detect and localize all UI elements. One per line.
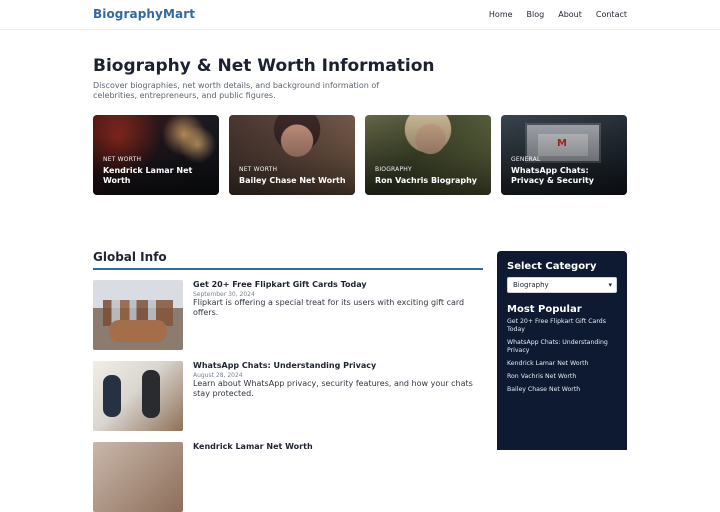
- featured-card-bailey[interactable]: NET WORTH Bailey Chase Net Worth: [229, 115, 355, 195]
- category-heading: Select Category: [507, 261, 597, 272]
- selected-category: Biography: [513, 281, 549, 289]
- popular-item: Ron Vachris Net Worth: [507, 373, 617, 381]
- popular-link[interactable]: Get 20+ Free Flipkart Gift Cards Today: [507, 318, 606, 333]
- card-text: GENERAL WhatsApp Chats: Privacy & Securi…: [511, 156, 619, 186]
- popular-link[interactable]: Ron Vachris Net Worth: [507, 373, 576, 380]
- popular-link[interactable]: Kendrick Lamar Net Worth: [507, 360, 588, 367]
- post-title[interactable]: WhatsApp Chats: Understanding Privacy: [193, 361, 479, 370]
- popular-item: Kendrick Lamar Net Worth: [507, 360, 617, 368]
- popular-link[interactable]: WhatsApp Chats: Understanding Privacy: [507, 339, 608, 354]
- card-category: GENERAL: [511, 156, 541, 163]
- section-divider: [93, 268, 483, 270]
- popular-heading: Most Popular: [507, 304, 582, 315]
- main-navigation: Home Blog About Contact: [489, 10, 627, 19]
- featured-card-whatsapp[interactable]: M GENERAL WhatsApp Chats: Privacy & Secu…: [501, 115, 627, 195]
- card-category: NET WORTH: [239, 166, 278, 173]
- featured-cards: NET WORTH Kendrick Lamar Net Worth NET W…: [93, 115, 627, 195]
- popular-link[interactable]: Bailey Chase Net Worth: [507, 386, 580, 393]
- post-item-flipkart[interactable]: Get 20+ Free Flipkart Gift Cards Today S…: [93, 280, 483, 350]
- post-excerpt: Learn about WhatsApp privacy, security f…: [193, 379, 473, 398]
- nav-contact-link[interactable]: Contact: [596, 10, 627, 19]
- featured-card-kendrick[interactable]: NET WORTH Kendrick Lamar Net Worth: [93, 115, 219, 195]
- card-title[interactable]: WhatsApp Chats: Privacy & Security: [511, 166, 619, 186]
- popular-item: Get 20+ Free Flipkart Gift Cards Today: [507, 318, 617, 334]
- category-select[interactable]: Biography ▾: [507, 277, 617, 293]
- popular-posts-list: Get 20+ Free Flipkart Gift Cards Today W…: [507, 318, 617, 399]
- card-category: NET WORTH: [103, 156, 142, 163]
- card-title[interactable]: Bailey Chase Net Worth: [239, 176, 347, 186]
- office-image: [93, 280, 183, 350]
- nav-blog-link[interactable]: Blog: [527, 10, 545, 19]
- chevron-down-icon: ▾: [608, 281, 612, 289]
- sidebar: Select Category Biography ▾ Most Popular…: [497, 251, 627, 450]
- post-item-kendrick[interactable]: Kendrick Lamar Net Worth: [93, 442, 483, 512]
- site-header: BiographyMart Home Blog About Contact: [0, 0, 720, 30]
- post-date: September 30, 2024: [193, 291, 255, 298]
- card-text: NET WORTH Kendrick Lamar Net Worth: [103, 156, 211, 186]
- post-excerpt: Flipkart is offering a special treat for…: [193, 298, 465, 317]
- nav-about-link[interactable]: About: [558, 10, 582, 19]
- card-title[interactable]: Kendrick Lamar Net Worth: [103, 166, 211, 186]
- site-logo[interactable]: BiographyMart: [93, 7, 195, 21]
- post-image: [93, 442, 183, 512]
- nav-home-link[interactable]: Home: [489, 10, 513, 19]
- page-subtitle: Discover biographies, net worth details,…: [93, 81, 380, 100]
- card-text: BIOGRAPHY Ron Vachris Biography: [375, 166, 483, 186]
- people-image: [93, 361, 183, 431]
- post-title[interactable]: Get 20+ Free Flipkart Gift Cards Today: [193, 280, 479, 289]
- popular-item: WhatsApp Chats: Understanding Privacy: [507, 339, 617, 355]
- post-item-whatsapp[interactable]: WhatsApp Chats: Understanding Privacy Au…: [93, 361, 483, 431]
- card-category: BIOGRAPHY: [375, 166, 412, 173]
- card-text: NET WORTH Bailey Chase Net Worth: [239, 166, 347, 186]
- section-title: Global Info: [93, 250, 167, 264]
- card-title[interactable]: Ron Vachris Biography: [375, 176, 483, 186]
- popular-item: Bailey Chase Net Worth: [507, 386, 617, 394]
- featured-card-ron[interactable]: BIOGRAPHY Ron Vachris Biography: [365, 115, 491, 195]
- post-date: August 28, 2024: [193, 372, 243, 379]
- page-title: Biography & Net Worth Information: [93, 56, 435, 76]
